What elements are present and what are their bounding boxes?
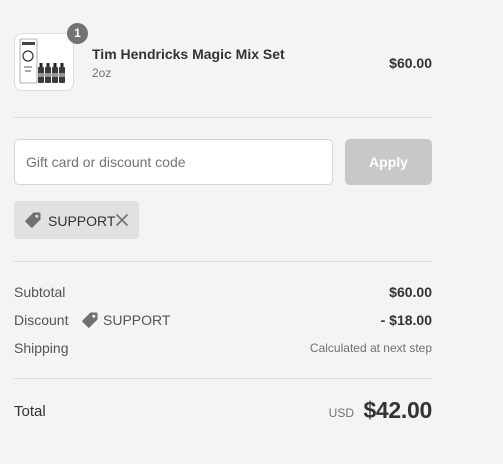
product-variant: 2oz [92,66,112,80]
product-name: Tim Hendricks Magic Mix Set [92,46,285,62]
subtotal-label: Subtotal [14,284,66,300]
shipping-value: Calculated at next step [309,341,432,355]
subtotal-row: Subtotal $60.00 [14,282,432,302]
subtotal-value: $60.00 [389,284,432,300]
price-tag-icon [81,311,99,329]
divider [14,117,432,118]
apply-button[interactable]: Apply [345,139,432,185]
total-currency: USD [328,406,354,420]
line-item: 1 Tim Hendricks Magic Mix Set 2oz $60.00 [14,23,432,93]
discount-label: Discount [14,312,69,328]
divider [14,378,432,379]
discount-row: Discount SUPPORT - $18.00 [14,310,432,330]
product-thumbnail: 1 [14,23,88,91]
quantity-badge: 1 [67,23,88,44]
discount-value: - $18.00 [380,312,432,328]
applied-discount-code: SUPPORT [48,213,116,229]
applied-discount-tag: SUPPORT [14,201,139,239]
total-row: Total USD $42.00 [14,396,432,430]
discount-code-text: SUPPORT [103,312,171,328]
product-image [19,38,65,84]
price-tag-icon [24,211,42,229]
remove-discount-icon[interactable] [114,212,130,228]
divider [14,261,432,262]
total-amount: $42.00 [363,397,432,423]
total-label: Total [14,403,46,420]
discount-code-input[interactable] [14,139,333,185]
shipping-row: Shipping Calculated at next step [14,338,432,358]
shipping-label: Shipping [14,340,69,356]
product-price: $60.00 [389,55,432,71]
